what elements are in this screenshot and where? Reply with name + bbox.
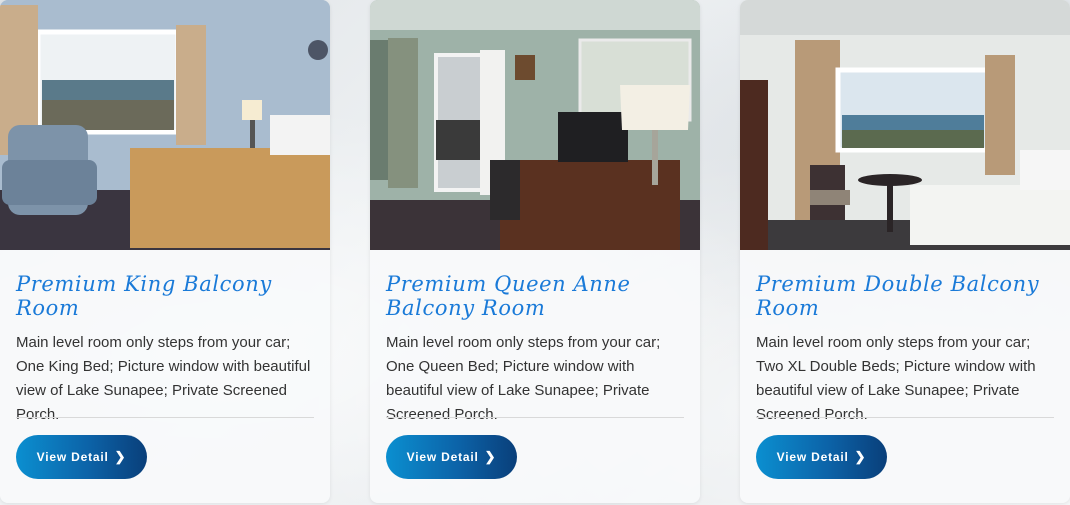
view-detail-label: View Detail xyxy=(406,450,479,464)
room-description: Main level room only steps from your car… xyxy=(756,334,1036,423)
view-detail-button[interactable]: View Detail ❯ xyxy=(16,435,147,479)
room-photo[interactable] xyxy=(370,0,700,250)
room-photo[interactable] xyxy=(0,0,330,250)
view-detail-label: View Detail xyxy=(36,450,109,464)
room-description: Main level room only steps from your car… xyxy=(386,334,661,423)
room-photo[interactable] xyxy=(740,0,1070,250)
view-detail-button[interactable]: View Detail ❯ xyxy=(386,435,517,479)
chevron-right-icon: ❯ xyxy=(484,449,497,464)
room-title[interactable]: Premium King Balcony Room xyxy=(16,272,316,320)
room-card-premium-double: Premium Double Balcony Room Main level r… xyxy=(740,0,1070,503)
chevron-right-icon: ❯ xyxy=(114,449,127,464)
room-title[interactable]: Premium Queen Anne Balcony Room xyxy=(386,272,686,320)
room-card-premium-queen-anne: Premium Queen Anne Balcony Room Main lev… xyxy=(370,0,700,503)
divider xyxy=(386,417,684,418)
divider xyxy=(16,417,314,418)
divider xyxy=(756,417,1054,418)
view-detail-button[interactable]: View Detail ❯ xyxy=(756,435,887,479)
chevron-right-icon: ❯ xyxy=(854,449,867,464)
view-detail-label: View Detail xyxy=(776,450,849,464)
room-title[interactable]: Premium Double Balcony Room xyxy=(756,272,1056,320)
room-description: Main level room only steps from your car… xyxy=(16,334,311,423)
room-card-premium-king: Premium King Balcony Room Main level roo… xyxy=(0,0,330,503)
